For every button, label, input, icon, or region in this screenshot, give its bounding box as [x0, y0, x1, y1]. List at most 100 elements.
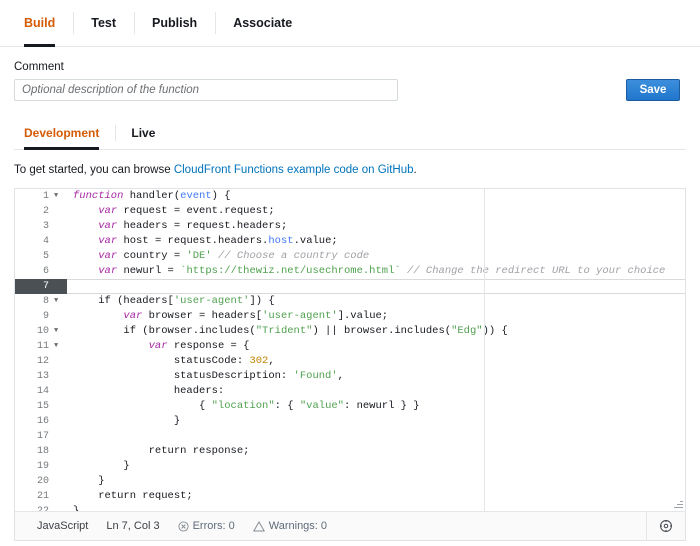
- gutter-line-2[interactable]: 2: [15, 204, 53, 219]
- code-token: if (browser.includes(: [73, 325, 256, 337]
- code-fold-toggle-icon[interactable]: ▼: [53, 324, 67, 339]
- tab-associate[interactable]: Associate: [215, 0, 310, 46]
- tab-build-label: Build: [24, 16, 56, 30]
- code-line-12[interactable]: statusCode: 302,: [67, 354, 685, 369]
- code-line-22[interactable]: }: [67, 504, 685, 511]
- code-token: : newurl } }: [343, 400, 420, 412]
- code-fold-toggle-icon[interactable]: ▼: [53, 294, 67, 309]
- gutter-line-13[interactable]: 13: [15, 369, 53, 384]
- gutter-line-18[interactable]: 18: [15, 444, 53, 459]
- editor-resize-handle[interactable]: [673, 499, 683, 509]
- code-token: var: [123, 310, 149, 322]
- code-token: 'user-agent': [173, 295, 250, 307]
- tab-live-label: Live: [131, 126, 156, 140]
- gutter-line-8[interactable]: 8: [15, 294, 53, 309]
- gutter-line-5[interactable]: 5: [15, 249, 53, 264]
- statusbar-language[interactable]: JavaScript: [37, 520, 88, 532]
- statusbar-warnings-label: Warnings: 0: [268, 520, 328, 532]
- gutter-line-10[interactable]: 10: [15, 324, 53, 339]
- code-token: ,: [268, 355, 275, 367]
- statusbar-warnings[interactable]: Warnings: 0: [252, 520, 328, 532]
- gutter-line-22[interactable]: 22: [15, 504, 53, 511]
- code-token: "Trident": [255, 325, 313, 337]
- gutter-line-21[interactable]: 21: [15, 489, 53, 504]
- gutter-line-9[interactable]: 9: [15, 309, 53, 324]
- github-examples-link[interactable]: CloudFront Functions example code on Git…: [174, 164, 414, 176]
- tab-publish[interactable]: Publish: [134, 0, 215, 46]
- code-editor[interactable]: 12345678910111213141516171819202122 ▼▼▼▼…: [14, 188, 686, 511]
- code-token: "Edg": [451, 325, 483, 337]
- statusbar-errors[interactable]: Errors: 0: [178, 520, 235, 532]
- code-token: `https://thewiz.net/usechrome.html`: [180, 265, 401, 277]
- gutter-line-16[interactable]: 16: [15, 414, 53, 429]
- code-line-10[interactable]: if (browser.includes("Trident") || brows…: [67, 324, 685, 339]
- code-token: "location": [211, 400, 275, 412]
- code-token: newurl =: [123, 265, 181, 277]
- gutter-line-1[interactable]: 1: [15, 189, 53, 204]
- tab-development[interactable]: Development: [14, 117, 115, 150]
- gutter-line-17[interactable]: 17: [15, 429, 53, 444]
- tab-test[interactable]: Test: [73, 0, 134, 46]
- code-line-5[interactable]: var country = 'DE' // Choose a country c…: [67, 249, 685, 264]
- editor-settings-button[interactable]: [646, 512, 685, 540]
- gutter-line-7[interactable]: 7: [15, 279, 53, 294]
- code-token: var: [98, 250, 124, 262]
- comment-label: Comment: [14, 61, 64, 73]
- code-line-15[interactable]: { "location": { "value": newurl } }: [67, 399, 685, 414]
- gutter-line-12[interactable]: 12: [15, 354, 53, 369]
- gutter-line-19[interactable]: 19: [15, 459, 53, 474]
- code-line-2[interactable]: var request = event.request;: [67, 204, 685, 219]
- editor-line-number-gutter[interactable]: 12345678910111213141516171819202122: [15, 189, 54, 511]
- save-button[interactable]: Save: [626, 79, 680, 101]
- code-line-4[interactable]: var host = request.headers.host.value;: [67, 234, 685, 249]
- code-token: return request;: [73, 490, 193, 502]
- tab-live[interactable]: Live: [115, 117, 171, 149]
- code-token: event: [180, 190, 212, 202]
- code-token: }: [73, 460, 130, 472]
- gutter-line-20[interactable]: 20: [15, 474, 53, 489]
- gutter-line-15[interactable]: 15: [15, 399, 53, 414]
- code-line-7[interactable]: [67, 279, 685, 294]
- code-line-8[interactable]: if (headers['user-agent']) {: [67, 294, 685, 309]
- code-token: statusDescription:: [73, 370, 294, 382]
- code-token: headers:: [73, 385, 225, 397]
- code-line-6[interactable]: var newurl = `https://thewiz.net/usechro…: [67, 264, 685, 279]
- stage-tabbar: Development Live: [14, 117, 686, 150]
- tab-associate-label: Associate: [233, 16, 293, 30]
- tab-development-label: Development: [24, 126, 100, 140]
- gutter-line-14[interactable]: 14: [15, 384, 53, 399]
- gutter-line-3[interactable]: 3: [15, 219, 53, 234]
- code-token: browser = headers[: [148, 310, 263, 322]
- code-line-13[interactable]: statusDescription: 'Found',: [67, 369, 685, 384]
- comment-input[interactable]: [14, 79, 398, 101]
- code-fold-toggle-icon[interactable]: ▼: [53, 189, 67, 204]
- code-token: // Choose a country code: [217, 250, 370, 262]
- code-line-9[interactable]: var browser = headers['user-agent'].valu…: [67, 309, 685, 324]
- gutter-line-4[interactable]: 4: [15, 234, 53, 249]
- tab-build[interactable]: Build: [14, 0, 73, 47]
- gutter-line-6[interactable]: 6: [15, 264, 53, 279]
- code-token: response = {: [173, 340, 250, 352]
- code-line-16[interactable]: }: [67, 414, 685, 429]
- gutter-line-11[interactable]: 11: [15, 339, 53, 354]
- code-token: 302: [249, 355, 269, 367]
- editor-code-fold-column[interactable]: ▼ ▼ ▼ ▼: [53, 189, 67, 511]
- code-line-3[interactable]: var headers = request.headers;: [67, 219, 685, 234]
- code-line-20[interactable]: }: [67, 474, 685, 489]
- code-token: ) {: [211, 190, 231, 202]
- code-line-19[interactable]: }: [67, 459, 685, 474]
- code-line-18[interactable]: return response;: [67, 444, 685, 459]
- code-fold-toggle-icon[interactable]: ▼: [53, 339, 67, 354]
- editor-code-area[interactable]: function handler(event) { var request = …: [67, 189, 685, 511]
- code-line-17[interactable]: [67, 429, 685, 444]
- editor-statusbar: JavaScript Ln 7, Col 3 Errors: 0 Warning…: [14, 511, 686, 541]
- code-line-1[interactable]: function handler(event) {: [67, 189, 685, 204]
- code-line-21[interactable]: return request;: [67, 489, 685, 504]
- code-line-14[interactable]: headers:: [67, 384, 685, 399]
- code-line-11[interactable]: var response = {: [67, 339, 685, 354]
